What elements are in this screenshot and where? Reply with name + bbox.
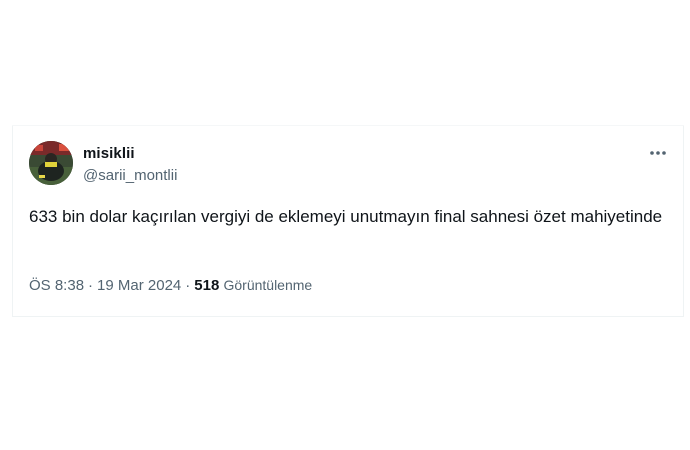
display-name[interactable]: misiklii [83, 145, 135, 162]
user-handle[interactable]: @sarii_montlii [83, 167, 177, 184]
avatar-image [29, 141, 73, 185]
views-label[interactable]: Görüntülenme [223, 277, 312, 293]
views-count[interactable]: 518 [194, 277, 219, 294]
tweet-date[interactable]: 19 Mar 2024 [97, 277, 181, 294]
more-options-button[interactable] [644, 143, 672, 163]
tweet-text: 633 bin dolar kaçırılan vergiyi de eklem… [29, 207, 663, 226]
page: misiklii @sarii_montlii 633 bin dolar ka… [0, 0, 690, 450]
tweet-time[interactable]: ÖS 8:38 [29, 277, 84, 294]
avatar[interactable] [29, 141, 73, 185]
meta-separator: · [88, 277, 94, 294]
more-dots-icon [650, 151, 666, 155]
divider [12, 125, 684, 126]
meta-separator: · [185, 277, 191, 294]
tweet-meta: ÖS 8:38 · 19 Mar 2024 · 518 Görüntülenme [29, 277, 312, 294]
